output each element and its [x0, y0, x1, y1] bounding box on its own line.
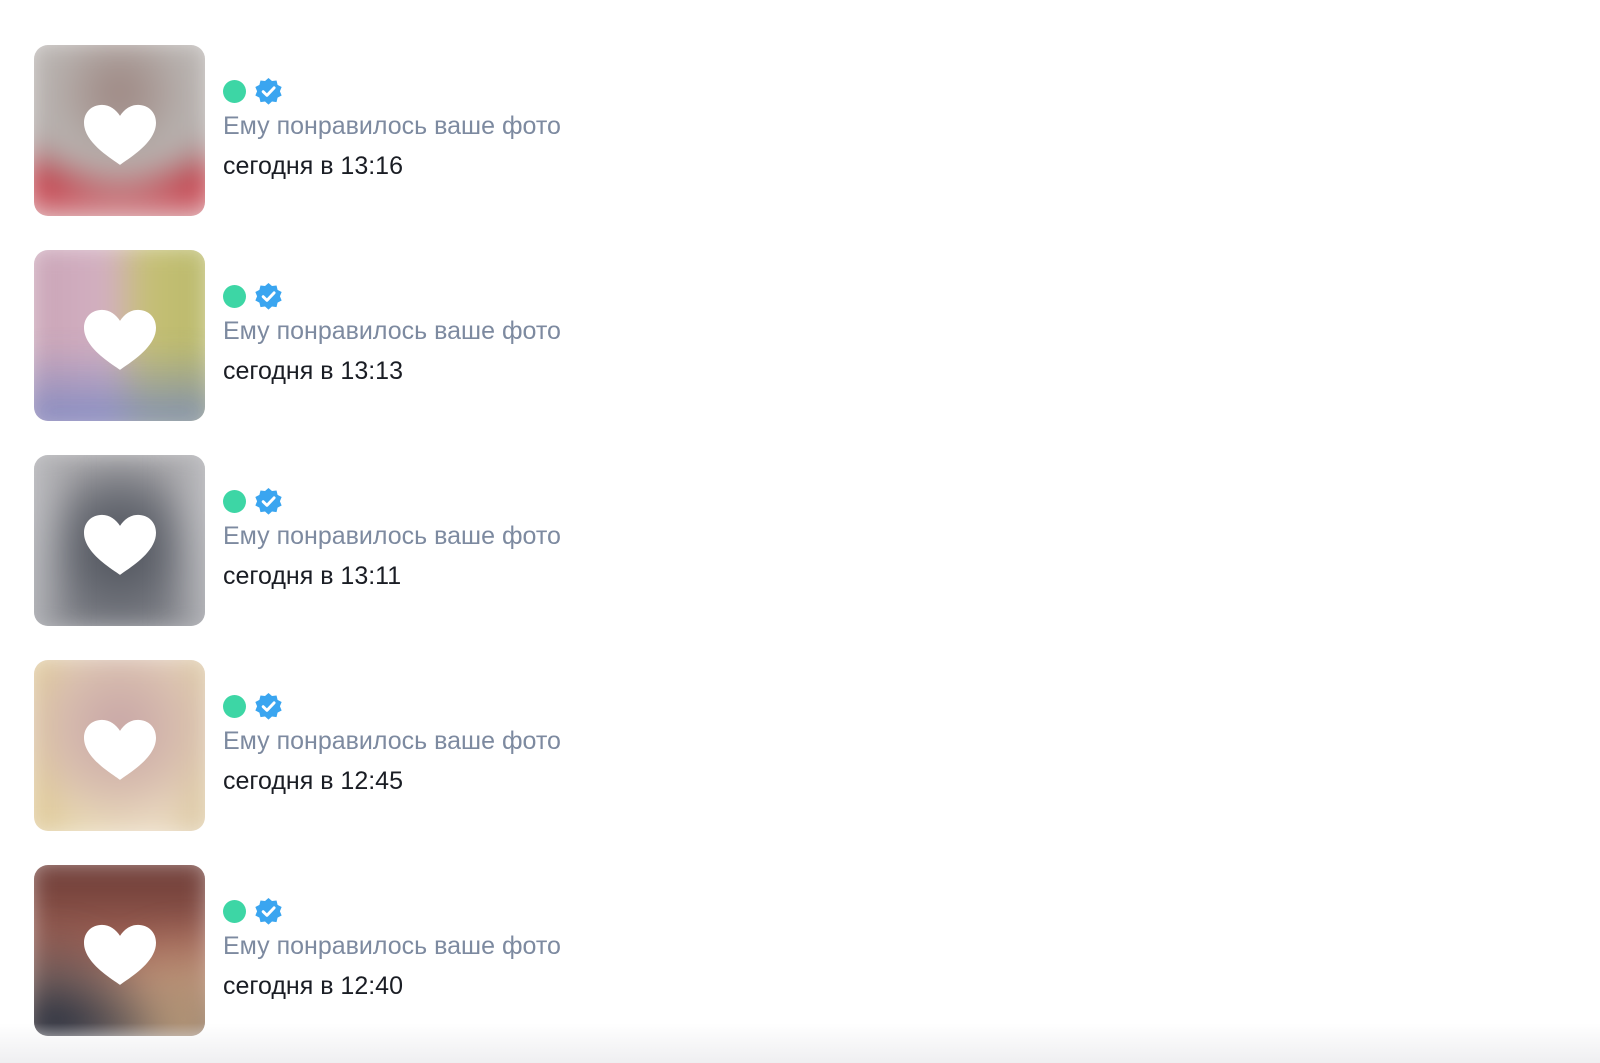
blurred-photo-thumbnail[interactable] — [34, 660, 205, 831]
online-status-dot — [223, 899, 246, 923]
notification-text: Ему понравилось ваше фото — [223, 522, 561, 550]
online-status-dot — [223, 79, 246, 103]
notification-item[interactable]: Ему понравилось ваше фото сегодня в 13:1… — [34, 250, 561, 421]
status-badges — [223, 897, 561, 925]
notification-time: сегодня в 13:13 — [223, 357, 403, 385]
verified-badge-icon — [255, 487, 282, 515]
blurred-photo-thumbnail[interactable] — [34, 455, 205, 626]
blurred-photo-thumbnail[interactable] — [34, 45, 205, 216]
notification-info: Ему понравилось ваше фото сегодня в 12:4… — [223, 865, 561, 1001]
heart-icon — [83, 104, 156, 165]
likes-page: Ему понравилось ваше фото сегодня в 13:1… — [0, 0, 1600, 1063]
notification-time: сегодня в 12:45 — [223, 767, 403, 795]
notification-text: Ему понравилось ваше фото — [223, 317, 561, 345]
notification-info: Ему понравилось ваше фото сегодня в 13:1… — [223, 45, 561, 181]
verified-badge-icon — [255, 897, 282, 925]
notification-item[interactable]: Ему понравилось ваше фото сегодня в 12:4… — [34, 865, 561, 1036]
notification-text: Ему понравилось ваше фото — [223, 727, 561, 755]
notification-list: Ему понравилось ваше фото сегодня в 13:1… — [34, 45, 561, 1063]
notification-text: Ему понравилось ваше фото — [223, 112, 561, 140]
status-badges — [223, 282, 561, 310]
blurred-photo-thumbnail[interactable] — [34, 250, 205, 421]
notification-time: сегодня в 13:11 — [223, 562, 402, 590]
heart-icon — [83, 309, 156, 370]
notification-time: сегодня в 13:16 — [223, 152, 403, 180]
status-badges — [223, 77, 561, 105]
status-badges — [223, 692, 561, 720]
verified-badge-icon — [255, 692, 282, 720]
verified-badge-icon — [255, 77, 282, 105]
notification-item[interactable]: Ему понравилось ваше фото сегодня в 13:1… — [34, 45, 561, 216]
online-status-dot — [223, 489, 246, 513]
heart-icon — [83, 719, 156, 780]
status-badges — [223, 487, 561, 515]
heart-icon — [83, 514, 156, 575]
notification-item[interactable]: Ему понравилось ваше фото сегодня в 13:1… — [34, 455, 561, 626]
online-status-dot — [223, 284, 246, 308]
notification-item[interactable]: Ему понравилось ваше фото сегодня в 12:4… — [34, 660, 561, 831]
notification-info: Ему понравилось ваше фото сегодня в 13:1… — [223, 455, 561, 591]
bottom-fade-divider — [0, 1023, 1600, 1063]
verified-badge-icon — [255, 282, 282, 310]
notification-time: сегодня в 12:40 — [223, 972, 403, 1000]
heart-icon — [83, 924, 156, 985]
online-status-dot — [223, 694, 246, 718]
notification-info: Ему понравилось ваше фото сегодня в 13:1… — [223, 250, 561, 386]
blurred-photo-thumbnail[interactable] — [34, 865, 205, 1036]
notification-text: Ему понравилось ваше фото — [223, 932, 561, 960]
notification-info: Ему понравилось ваше фото сегодня в 12:4… — [223, 660, 561, 796]
